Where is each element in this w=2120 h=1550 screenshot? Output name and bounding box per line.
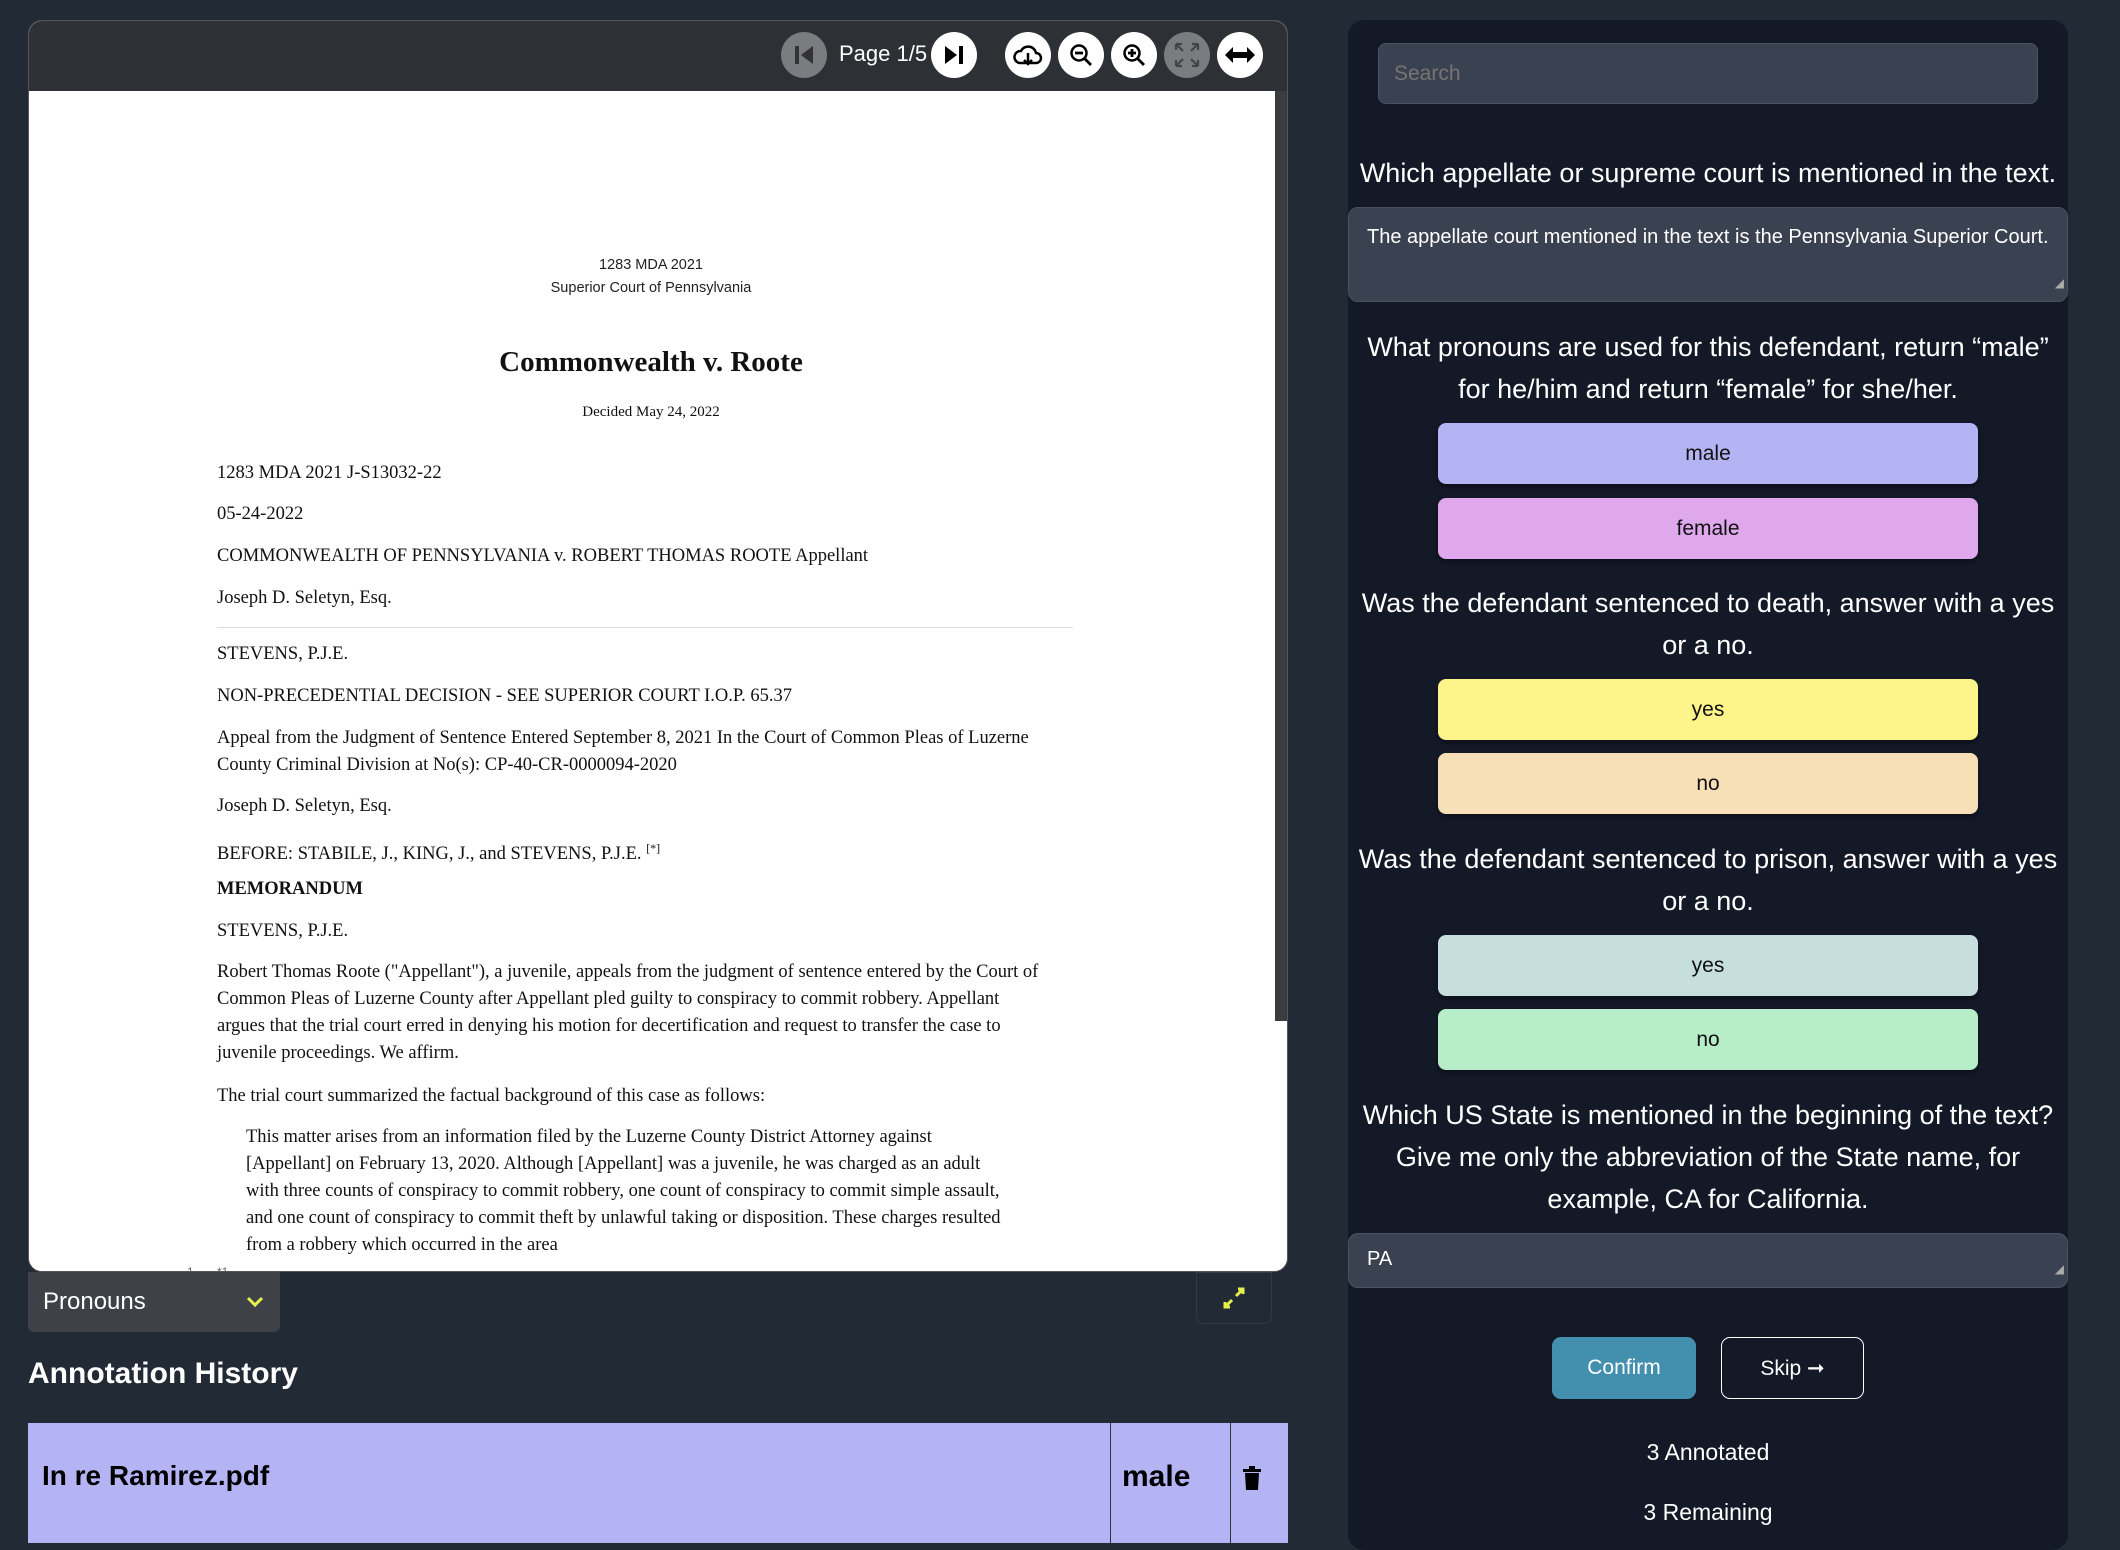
fit-screen-icon: [1174, 42, 1200, 68]
page-indicator: Page 1/5: [839, 41, 928, 66]
doc-line: 05-24-2022: [217, 504, 304, 524]
annotated-count: 3 Annotated: [1646, 1439, 1770, 1465]
zoom-out-icon: [1070, 44, 1092, 66]
fit-width-button[interactable]: [1217, 32, 1263, 78]
question-3: Was the defendant sentenced to death, an…: [1361, 588, 2055, 660]
option-male-button[interactable]: male: [1438, 423, 1978, 484]
question-4: Was the defendant sentenced to prison, a…: [1358, 844, 2058, 916]
divider: [217, 627, 1073, 628]
doc-quote-line: This matter arises from an information f…: [246, 1127, 932, 1147]
chevron-down-icon: [246, 1296, 264, 1308]
question-2: What pronouns are used for this defendan…: [1367, 332, 2049, 404]
scrollbar[interactable]: [1273, 91, 1287, 1271]
question-1: Which appellate or supreme court is ment…: [1359, 158, 2057, 188]
doc-line: Robert Thomas Roote ("Appellant"), a juv…: [217, 962, 1039, 982]
category-select-value: Pronouns: [43, 1288, 146, 1315]
first-page-button[interactable]: [781, 32, 827, 78]
annotation-panel: Which appellate or supreme court is ment…: [1348, 20, 2068, 1550]
answer-1-text: The appellate court mentioned in the tex…: [1367, 226, 2049, 248]
answer-5-textarea[interactable]: PA ◢: [1348, 1233, 2068, 1288]
zoom-in-icon: [1123, 44, 1145, 66]
zoom-in-button[interactable]: [1111, 32, 1157, 78]
zoom-out-button[interactable]: [1058, 32, 1104, 78]
annotation-history-title: Annotation History: [28, 1357, 298, 1390]
history-row: In re Ramirez.pdf male: [28, 1423, 1288, 1543]
cloud-download-icon: [1013, 45, 1043, 66]
history-value: male: [1122, 1460, 1191, 1493]
doc-line: argues that the trial court erred in den…: [217, 1016, 1001, 1036]
skip-button[interactable]: Skip ➞: [1721, 1337, 1864, 1399]
confirm-button[interactable]: Confirm: [1552, 1337, 1696, 1399]
answer-1-textarea[interactable]: The appellate court mentioned in the tex…: [1348, 207, 2068, 302]
doc-line: COMMONWEALTH OF PENNSYLVANIA v. ROBERT T…: [217, 546, 869, 566]
option-prison-yes-button[interactable]: yes: [1438, 935, 1978, 996]
footnote-link[interactable]: [*]: [646, 841, 660, 855]
last-page-icon: [945, 46, 963, 64]
option-female-button[interactable]: female: [1438, 498, 1978, 559]
fit-screen-button[interactable]: [1164, 32, 1210, 78]
pdf-page: 1283 MDA 2021 Superior Court of Pennsylv…: [29, 91, 1273, 1272]
trash-icon[interactable]: [1243, 1466, 1261, 1490]
page-marker: *1: [217, 1265, 229, 1272]
download-button[interactable]: [1005, 32, 1051, 78]
category-select[interactable]: Pronouns: [28, 1272, 280, 1332]
doc-line: STEVENS, P.J.E.: [217, 921, 349, 941]
doc-quote-line: and one count of conspiracy to commit th…: [246, 1208, 1001, 1228]
doc-line: Joseph D. Seletyn, Esq.: [217, 588, 392, 608]
search-input[interactable]: [1378, 43, 2038, 104]
page-number: 1: [187, 1265, 194, 1272]
answer-5-text: PA: [1367, 1248, 1393, 1270]
doc-quote-line: from a robbery which occurred in the are…: [246, 1235, 558, 1255]
option-prison-no-button[interactable]: no: [1438, 1009, 1978, 1070]
doc-quote-line: [Appellant] on February 13, 2020. Althou…: [246, 1154, 981, 1174]
doc-line: County Criminal Division at No(s): CP-40…: [217, 755, 677, 775]
expand-button[interactable]: [1196, 1272, 1272, 1324]
doc-line: The trial court summarized the factual b…: [217, 1086, 766, 1106]
doc-heading: MEMORANDUM: [217, 879, 363, 899]
pdf-viewer: Page 1/5 1283 MDA 2021 Superior Court of…: [28, 20, 1288, 1272]
doc-quote-line: with three counts of conspiracy to commi…: [246, 1181, 1000, 1201]
last-page-button[interactable]: [931, 32, 977, 78]
doc-line: Appeal from the Judgment of Sentence Ent…: [217, 728, 1029, 748]
doc-line: juvenile proceedings. We affirm.: [217, 1043, 459, 1063]
doc-decided: Decided May 24, 2022: [582, 404, 720, 420]
pdf-toolbar: Page 1/5: [29, 21, 1287, 91]
option-death-yes-button[interactable]: yes: [1438, 679, 1978, 740]
doc-line: STEVENS, P.J.E.: [217, 644, 349, 664]
doc-line: Joseph D. Seletyn, Esq.: [217, 796, 392, 816]
scrollbar-thumb[interactable]: [1275, 91, 1287, 1021]
doc-line: BEFORE: STABILE, J., KING, J., and STEVE…: [217, 844, 642, 865]
expand-icon: [1223, 1287, 1245, 1309]
doc-court: Superior Court of Pennsylvania: [550, 280, 752, 296]
history-file[interactable]: In re Ramirez.pdf: [42, 1460, 269, 1492]
option-death-no-button[interactable]: no: [1438, 753, 1978, 814]
fit-width-icon: [1225, 47, 1255, 63]
doc-line: Common Pleas of Luzerne County after App…: [217, 989, 1000, 1009]
question-5: Which US State is mentioned in the begin…: [1362, 1100, 2054, 1214]
remaining-count: 3 Remaining: [1643, 1499, 1773, 1525]
doc-line: 1283 MDA 2021 J-S13032-22: [217, 463, 442, 483]
doc-title: Commonwealth v. Roote: [499, 346, 803, 378]
first-page-icon: [795, 46, 813, 64]
doc-line: NON-PRECEDENTIAL DECISION - SEE SUPERIOR…: [217, 686, 792, 706]
